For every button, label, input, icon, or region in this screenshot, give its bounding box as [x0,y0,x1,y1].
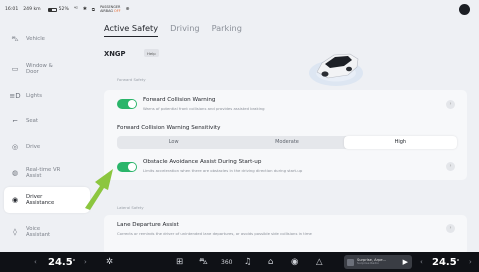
oaa-subtitle: Limits acceleration when there are obsta… [143,168,303,173]
sidebar-item-voice-assistant[interactable]: ◊ Voice Assistant [4,219,90,245]
sidebar-item-label: Voice Assistant [26,225,51,239]
sensitivity-option-high[interactable]: High [343,136,457,149]
sidebar-item-vehicle[interactable]: ⛍ Vehicle [4,26,90,52]
home-icon[interactable]: ⌂ [268,252,273,272]
driver-assist-icon: ◉ [11,195,19,204]
sidebar-item-label: Window & Door [26,62,53,76]
sensitivity-option-moderate[interactable]: Moderate [230,136,343,149]
steering-icon: ◎ [11,143,19,151]
media-subtitle: Surprise Radio [357,261,379,266]
range-readout: 249 km [23,7,41,12]
forward-safety-card: Forward Collision Warning Warns of poten… [104,90,467,180]
connectivity-icon: ⊕ [125,7,130,12]
sidebar-item-label: Vehicle [26,36,45,42]
help-button[interactable]: Help [144,49,159,57]
fan-icon[interactable]: ✲ [106,252,113,272]
fcw-title: Forward Collision Warning [143,97,216,103]
sidebar-item-label: Driver Assistance [26,193,55,207]
status-bar: 16:01 249 km 52% ⁴ᴳ ✱ ⧉ PASSENGER AIRBAG… [0,0,479,19]
passenger-airbag-indicator: PASSENGER AIRBAG OFF [100,4,121,13]
temp-left-increase-icon[interactable]: › [84,252,87,272]
car-icon: ⛍ [11,34,19,43]
sidebar-item-label: Real-time VR Assist [26,166,61,180]
sidebar-item-seat[interactable]: ⌐ Seat [4,108,90,134]
sensitivity-selector: Low Moderate High [117,136,457,149]
profile-avatar[interactable] [459,4,470,15]
temp-right-decrease-icon[interactable]: ‹ [420,252,423,272]
navigation-icon[interactable]: ◉ [291,252,298,272]
sidebar-item-window-door[interactable]: ▭ Window & Door [4,56,90,82]
tab-parking[interactable]: Parking [212,23,242,37]
media-player[interactable]: Surprise, Arpe... Surprise Radio ▶ [344,255,412,269]
lda-info-icon[interactable]: › [446,224,455,233]
settings-sidebar: ⛍ Vehicle ▭ Window & Door ≡D Lights ⌐ Se… [0,19,92,252]
fcw-toggle[interactable] [117,99,137,109]
camera-icon: ⧉ [91,7,96,13]
sidebar-item-label: Lights [26,93,42,99]
window-icon: ▭ [11,64,19,73]
annotation-arrow-icon [85,169,113,210]
sidebar-item-drive[interactable]: ◎ Drive [4,134,90,160]
music-icon[interactable]: ♫ [244,252,252,272]
temp-left[interactable]: 24.5 ° [48,252,75,272]
oaa-info-icon[interactable]: › [446,162,455,171]
temp-right-increase-icon[interactable]: › [469,252,472,272]
fcw-subtitle: Warns of potential front collisions and … [143,106,265,111]
section-forward-safety: Forward Safety [117,77,146,82]
section-lateral-safety: Lateral Safety [117,205,144,210]
lda-subtitle: Corrects or reminds the driver of uninte… [117,231,312,236]
apps-icon[interactable]: ⊞ [176,252,183,272]
battery-icon [47,7,57,12]
lights-icon: ≡D [9,92,21,100]
seat-icon: ⌐ [12,117,18,125]
battery-indicator: 52% [46,7,69,12]
voice-icon: ◊ [13,227,17,236]
sidebar-item-label: Drive [26,144,41,150]
bottom-dock: ‹ 24.5 ° › ✲ ⊞ ⛍ 360 ♫ ⌂ ◉ △ Surprise, Ar… [0,252,479,272]
temp-right[interactable]: 24.5 ° [432,252,459,272]
vehicle-illustration [309,53,363,86]
signal-icon: ⁴ᴳ [73,7,78,12]
tab-driving[interactable]: Driving [170,23,199,37]
oaa-title: Obstacle Avoidance Assist During Start-u… [143,159,262,165]
sensitivity-label: Forward Collision Warning Sensitivity [117,125,221,131]
car-home-icon[interactable]: ⛍ [199,252,208,272]
sidebar-item-lights[interactable]: ≡D Lights [4,83,90,109]
lateral-safety-card: Lane Departure Assist Corrects or remind… [104,215,467,252]
bluetooth-icon: ✱ [82,7,87,12]
vr-icon: ◍ [11,168,19,177]
sensitivity-option-low[interactable]: Low [117,136,230,149]
tab-bar: Active Safety Driving Parking [104,23,254,37]
lda-title: Lane Departure Assist [117,222,179,228]
tab-active-safety[interactable]: Active Safety [104,23,159,37]
sidebar-item-vr-assist[interactable]: ◍ Real-time VR Assist [4,160,90,186]
album-art [347,258,354,266]
sidebar-item-label: Seat [26,118,38,124]
settings-content: Active Safety Driving Parking XNGP Help … [92,19,479,252]
oaa-toggle[interactable] [117,162,137,172]
sidebar-item-driver-assistance[interactable]: ◉ Driver Assistance [4,187,90,213]
fcw-info-icon[interactable]: › [446,100,455,109]
warning-icon[interactable]: △ [316,252,323,272]
temp-left-decrease-icon[interactable]: ‹ [34,252,37,272]
model-title: XNGP [104,50,126,58]
play-icon[interactable]: ▶ [403,258,408,266]
clock: 16:01 [5,7,19,12]
360-camera-icon[interactable]: 360 [221,252,232,272]
